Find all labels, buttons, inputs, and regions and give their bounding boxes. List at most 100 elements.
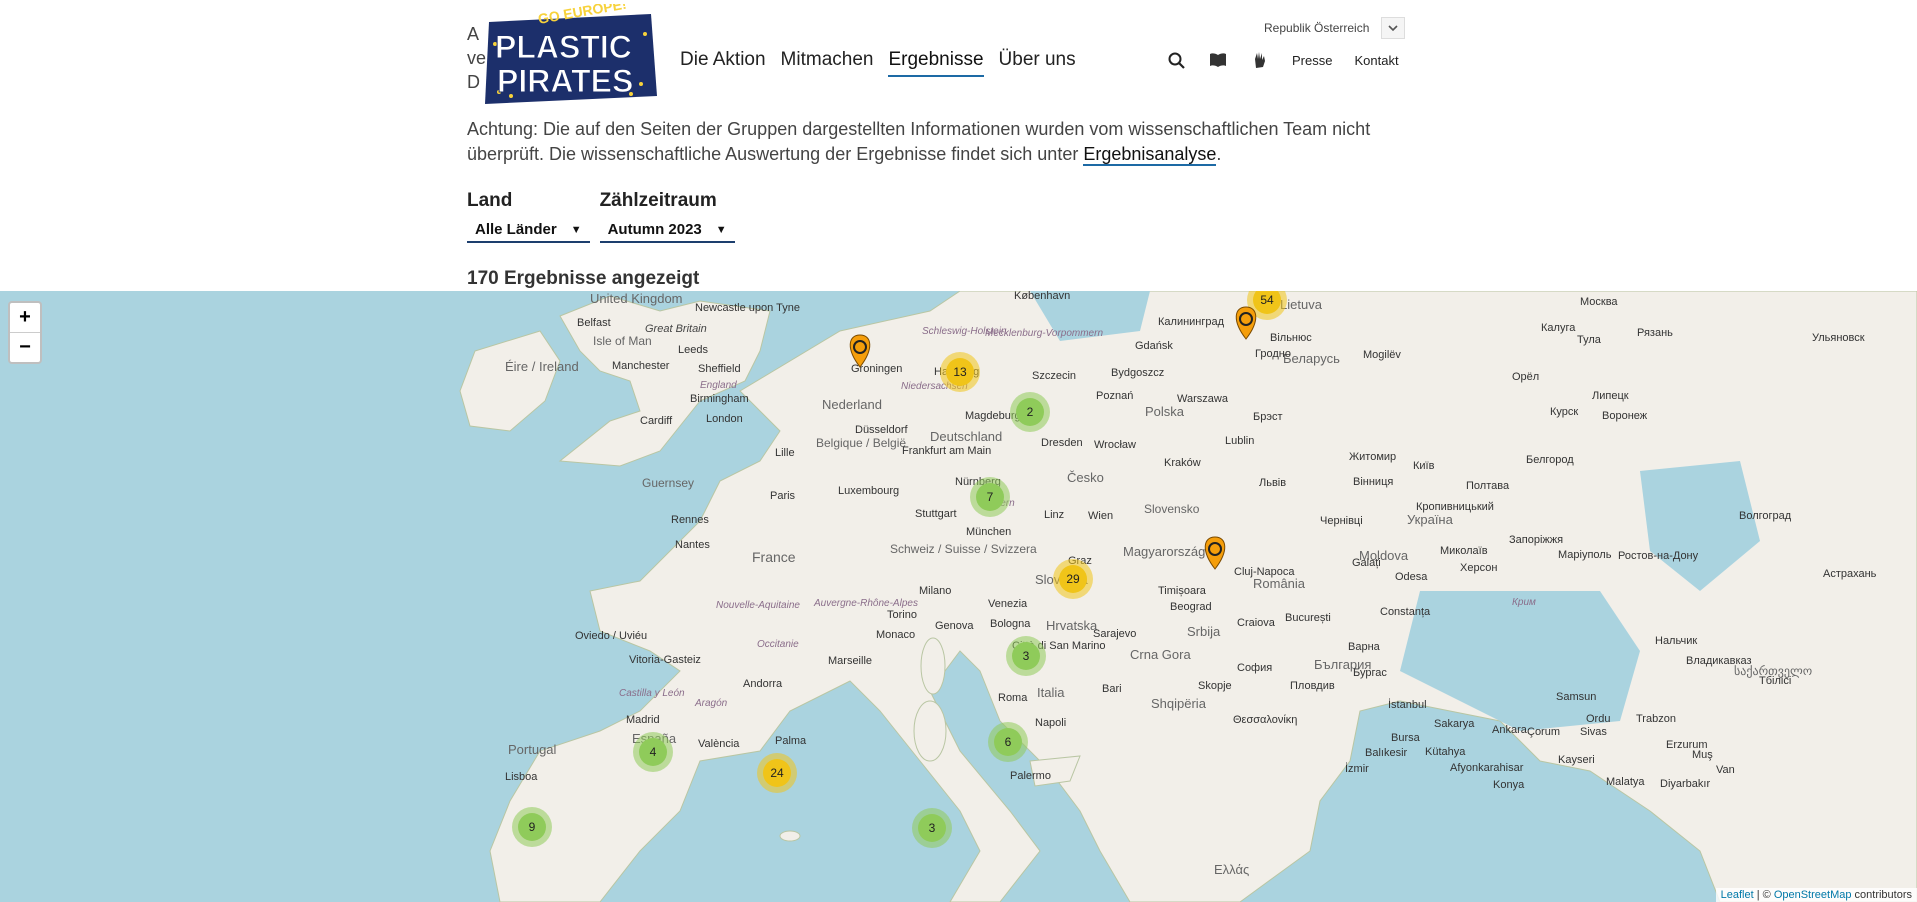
map-place-label: Birmingham <box>690 393 749 405</box>
map-cluster[interactable]: 13 <box>940 352 980 392</box>
map-place-label: Diyarbakır <box>1660 778 1710 790</box>
zoom-in-button[interactable]: + <box>10 303 40 332</box>
map-place-label: София <box>1237 662 1272 674</box>
map-place-label: Крим <box>1512 597 1536 608</box>
sign-language-icon[interactable] <box>1250 50 1270 70</box>
book-icon[interactable] <box>1208 50 1228 70</box>
contact-link[interactable]: Kontakt <box>1354 53 1398 68</box>
map-place-label: Sarajevo <box>1093 628 1136 640</box>
dropdown-arrow-icon: ▼ <box>570 223 582 236</box>
cluster-count: 24 <box>770 766 784 780</box>
map-cluster[interactable]: 6 <box>988 722 1028 762</box>
map-place-label: Гродно <box>1255 348 1291 360</box>
cluster-count: 29 <box>1066 572 1080 586</box>
map-place-label: Ελλάς <box>1214 862 1249 877</box>
map-place-label: Napoli <box>1035 717 1066 729</box>
map-place-label: England <box>700 380 737 391</box>
map-place-label: Cardiff <box>640 415 673 427</box>
map-place-label: Luxembourg <box>838 485 899 497</box>
nav-mitmachen[interactable]: Mitmachen <box>781 49 874 77</box>
map-place-label: Бургас <box>1353 667 1387 679</box>
map-place-label: Чернівці <box>1320 515 1363 527</box>
map-place-label: Constanța <box>1380 606 1431 618</box>
map-place-label: Wien <box>1088 510 1113 522</box>
map-place-label: Ульяновск <box>1812 332 1865 344</box>
dropdown-arrow-icon: ▼ <box>715 223 727 236</box>
map-place-label: Москва <box>1580 296 1618 308</box>
map-place-label: Occitanie <box>757 639 799 650</box>
map-place-label: Malatya <box>1606 776 1645 788</box>
zoom-out-button[interactable]: − <box>10 332 40 362</box>
map-cluster[interactable]: 4 <box>633 732 673 772</box>
map-place-label: Нальчик <box>1655 635 1697 647</box>
press-link[interactable]: Presse <box>1292 53 1332 68</box>
chevron-down-icon[interactable] <box>1381 17 1406 39</box>
nav-ueber-uns[interactable]: Über uns <box>999 49 1076 77</box>
map-place-label: Trabzon <box>1636 713 1676 725</box>
map-place-label: București <box>1285 612 1331 624</box>
logo-word-2: PIRATES <box>497 63 633 99</box>
map-place-label: Andorra <box>743 678 783 690</box>
map-place-label: Milano <box>919 585 951 597</box>
map-place-label: Afyonkarahisar <box>1450 762 1524 774</box>
map-place-label: Bari <box>1102 683 1122 695</box>
map-place-label: Dresden <box>1041 437 1083 449</box>
map-place-label: Frankfurt am Main <box>902 445 991 457</box>
map-place-label: Timișoara <box>1158 585 1207 597</box>
country-label: Republik Österreich <box>1264 21 1370 35</box>
map-cluster[interactable]: 3 <box>912 808 952 848</box>
map-place-label: Курск <box>1550 406 1578 418</box>
map-place-label: Nouvelle-Aquitaine <box>716 600 800 611</box>
country-selector[interactable]: Republik Österreich <box>1264 17 1406 39</box>
map-place-label: საქართველო <box>1734 664 1812 678</box>
map-place-label: Newcastle upon Tyne <box>695 302 800 314</box>
map-cluster[interactable]: 29 <box>1053 559 1093 599</box>
map-place-label: Mogilëv <box>1363 349 1401 361</box>
search-icon[interactable] <box>1166 50 1186 70</box>
map-place-label: Crna Gora <box>1130 647 1191 662</box>
map-place-label: Muş <box>1692 749 1713 761</box>
results-map[interactable]: United Kingdom Newcastle upon Tyne Belfast… <box>0 291 1917 902</box>
map-place-label: United Kingdom <box>590 291 683 306</box>
map-place-label: Srbija <box>1187 624 1221 639</box>
map-place-label: Rennes <box>671 514 709 526</box>
map-place-label: Palermo <box>1010 770 1051 782</box>
map-place-label: Lisboa <box>505 771 538 783</box>
period-select[interactable]: Autumn 2023 ▼ <box>599 216 735 243</box>
map-place-label: Волгоград <box>1739 510 1792 522</box>
notice-body: Achtung: Die auf den Seiten der Gruppen … <box>467 119 1371 164</box>
zoom-control: + − <box>8 301 42 364</box>
map-canvas[interactable]: United Kingdom Newcastle upon Tyne Belfast… <box>0 291 1917 902</box>
map-place-label: Genova <box>935 620 974 632</box>
map-place-label: România <box>1253 576 1306 591</box>
cluster-count: 54 <box>1260 293 1274 307</box>
ergebnisanalyse-link[interactable]: Ergebnisanalyse <box>1083 144 1217 166</box>
cluster-count: 13 <box>953 365 967 379</box>
map-place-label: Миколаїв <box>1440 545 1488 557</box>
map-place-label: Shqipëria <box>1151 696 1207 711</box>
map-cluster[interactable]: 9 <box>512 807 552 847</box>
map-place-label: Slovensko <box>1144 502 1200 516</box>
leaflet-link[interactable]: Leaflet <box>1721 889 1754 901</box>
land-select[interactable]: Alle Länder ▼ <box>467 216 590 243</box>
map-place-label: Lublin <box>1225 435 1254 447</box>
map-place-label: Ростов-на-Дону <box>1618 550 1699 562</box>
map-place-label: Italia <box>1037 685 1065 700</box>
nav-die-aktion[interactable]: Die Aktion <box>680 49 766 77</box>
plastic-pirates-logo[interactable]: GO EUROPE! PLASTIC PIRATES <box>481 0 663 112</box>
map-cluster[interactable]: 24 <box>757 753 797 793</box>
nav-ergebnisse[interactable]: Ergebnisse <box>888 49 984 77</box>
logo-word-1: PLASTIC <box>495 29 632 65</box>
map-place-label: Belfast <box>577 317 611 329</box>
land-filter: Land Alle Länder ▼ <box>467 190 590 243</box>
map-cluster[interactable]: 3 <box>1006 636 1046 676</box>
map-place-label: Guernsey <box>642 476 694 490</box>
map-place-label: Полтава <box>1466 480 1510 492</box>
map-place-label: Castilla y León <box>619 688 685 699</box>
map-cluster[interactable]: 7 <box>970 477 1010 517</box>
osm-link[interactable]: OpenStreetMap <box>1774 889 1852 901</box>
map-place-label: Poznań <box>1096 390 1133 402</box>
map-place-label: Белгород <box>1526 454 1574 466</box>
map-cluster[interactable]: 2 <box>1010 392 1050 432</box>
cluster-count: 3 <box>929 821 936 835</box>
